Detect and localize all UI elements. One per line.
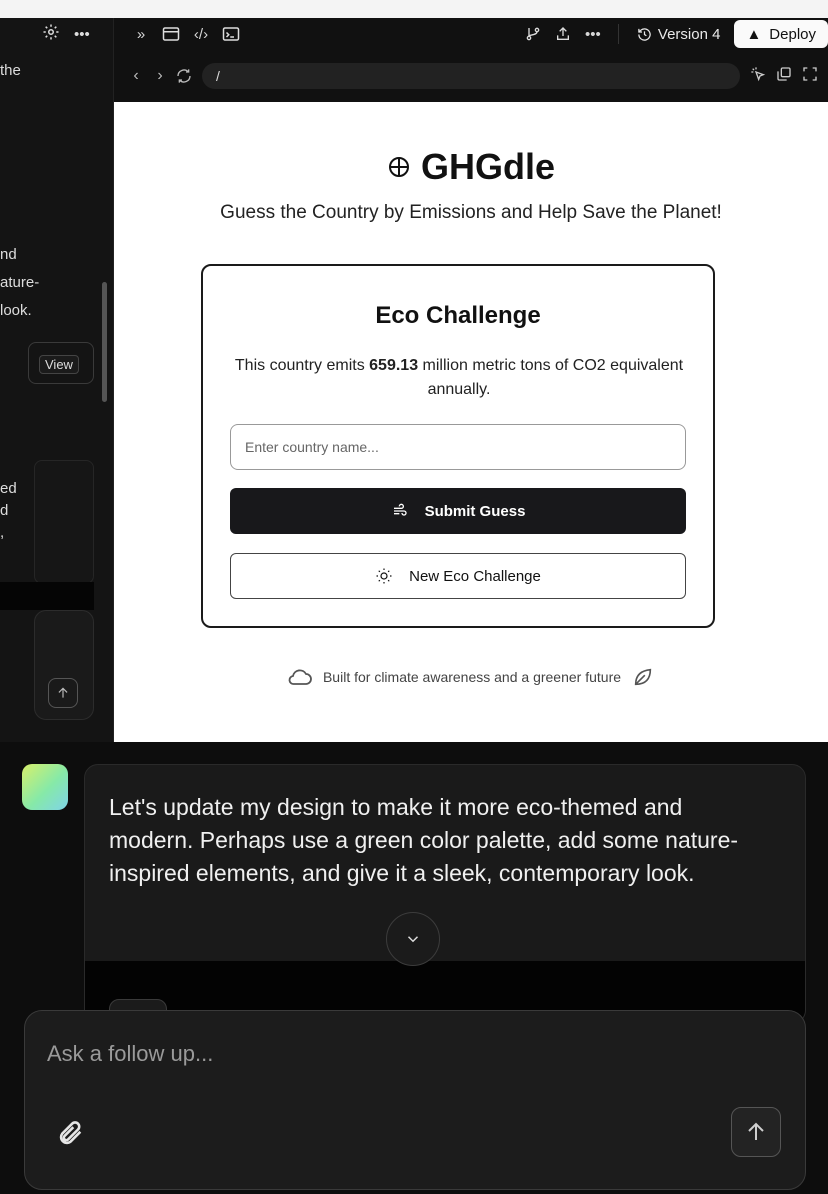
submit-guess-button[interactable]: Submit Guess [230, 488, 686, 534]
message-text: Let's update my design to make it more e… [109, 794, 739, 886]
follow-up-input[interactable] [47, 1041, 767, 1067]
user-message: Let's update my design to make it more e… [84, 764, 806, 1024]
challenge-description: This country emits 659.13 million metric… [223, 354, 695, 402]
sidebar-send-button[interactable] [48, 678, 78, 708]
view-label: View [39, 355, 79, 374]
app-preview: GHGdle Guess the Country by Emissions an… [114, 102, 828, 742]
challenge-card: Eco Challenge This country emits 659.13 … [201, 264, 715, 628]
top-strip [0, 0, 828, 18]
country-input[interactable] [230, 424, 686, 470]
forward-icon[interactable]: › [148, 67, 172, 85]
code-icon[interactable]: ‹/› [186, 20, 216, 48]
new-challenge-button[interactable]: New Eco Challenge [230, 553, 686, 599]
workspace: ••• the nd ature- look. View ed d , » ‹/… [0, 0, 828, 742]
chat-sidebar: ••• the nd ature- look. View ed d , [0, 18, 114, 742]
arrow-up-icon [748, 1122, 764, 1140]
history-icon [638, 27, 651, 41]
preview-toolbar: » ‹/› ••• Version 4 ▲ Deploy [114, 18, 828, 50]
triangle-icon: ▲ [746, 25, 762, 43]
chat-panel: Let's update my design to make it more e… [0, 742, 828, 1194]
wind-icon [393, 503, 407, 516]
address-actions [750, 66, 818, 87]
app-subtitle: Guess the Country by Emissions and Help … [220, 202, 722, 223]
sidebar-text-line: d [0, 502, 9, 519]
app-title: GHGdle [114, 146, 828, 188]
cloud-icon [288, 669, 312, 685]
desc-suffix: million metric tons of CO2 equivalent an… [418, 357, 684, 398]
chevron-down-icon [407, 936, 419, 943]
app-title-text: GHGdle [420, 146, 555, 187]
composer [24, 1010, 806, 1190]
sidebar-text-line: ed [0, 480, 17, 497]
sidebar-header: ••• [0, 18, 113, 50]
sun-icon [376, 568, 392, 584]
select-element-icon[interactable] [750, 66, 766, 87]
url-input[interactable]: / [202, 63, 740, 89]
more-icon[interactable]: ••• [578, 20, 608, 48]
submit-label: Submit Guess [424, 502, 526, 520]
terminal-icon[interactable] [216, 20, 246, 48]
emissions-value: 659.13 [369, 357, 419, 374]
refresh-icon[interactable] [172, 68, 196, 84]
open-external-icon[interactable] [776, 66, 792, 87]
desc-prefix: This country emits [234, 357, 370, 374]
avatar [22, 764, 68, 810]
toolbar-divider [617, 24, 619, 44]
git-branch-icon[interactable] [518, 20, 548, 48]
leaf-icon [634, 668, 652, 686]
more-horizontal-icon[interactable]: ••• [74, 26, 90, 43]
version-label: Version 4 [657, 25, 721, 43]
sidebar-text-line: ature- [0, 274, 40, 291]
fullscreen-icon[interactable] [802, 66, 818, 87]
paperclip-icon[interactable] [53, 1115, 89, 1151]
sidebar-divider [0, 582, 94, 610]
share-icon[interactable] [548, 20, 578, 48]
deploy-label: Deploy [769, 25, 816, 43]
view-button[interactable]: View [28, 342, 94, 384]
sidebar-text-line: , [0, 524, 5, 541]
sidebar-text-line: look. [0, 302, 32, 319]
scroll-down-button[interactable] [386, 912, 440, 966]
back-icon[interactable]: ‹ [124, 67, 148, 85]
send-button[interactable] [731, 1107, 781, 1157]
footer-text: Built for climate awareness and a greene… [322, 669, 622, 685]
address-bar: ‹ › / [114, 50, 828, 102]
globe-icon [388, 157, 409, 177]
card-title: Eco Challenge [375, 302, 541, 329]
sidebar-card [34, 460, 94, 584]
footer: Built for climate awareness and a greene… [114, 666, 828, 688]
gear-icon[interactable] [42, 23, 60, 45]
preview-window-icon[interactable] [156, 20, 186, 48]
sidebar-text-line: the [0, 62, 21, 79]
expand-icon[interactable]: » [126, 20, 156, 48]
sidebar-scrollbar[interactable] [102, 282, 107, 402]
deploy-button[interactable]: ▲ Deploy [734, 20, 828, 48]
new-challenge-label: New Eco Challenge [409, 567, 541, 585]
sidebar-text-line: nd [0, 246, 17, 263]
version-button[interactable]: Version 4 [629, 26, 729, 43]
